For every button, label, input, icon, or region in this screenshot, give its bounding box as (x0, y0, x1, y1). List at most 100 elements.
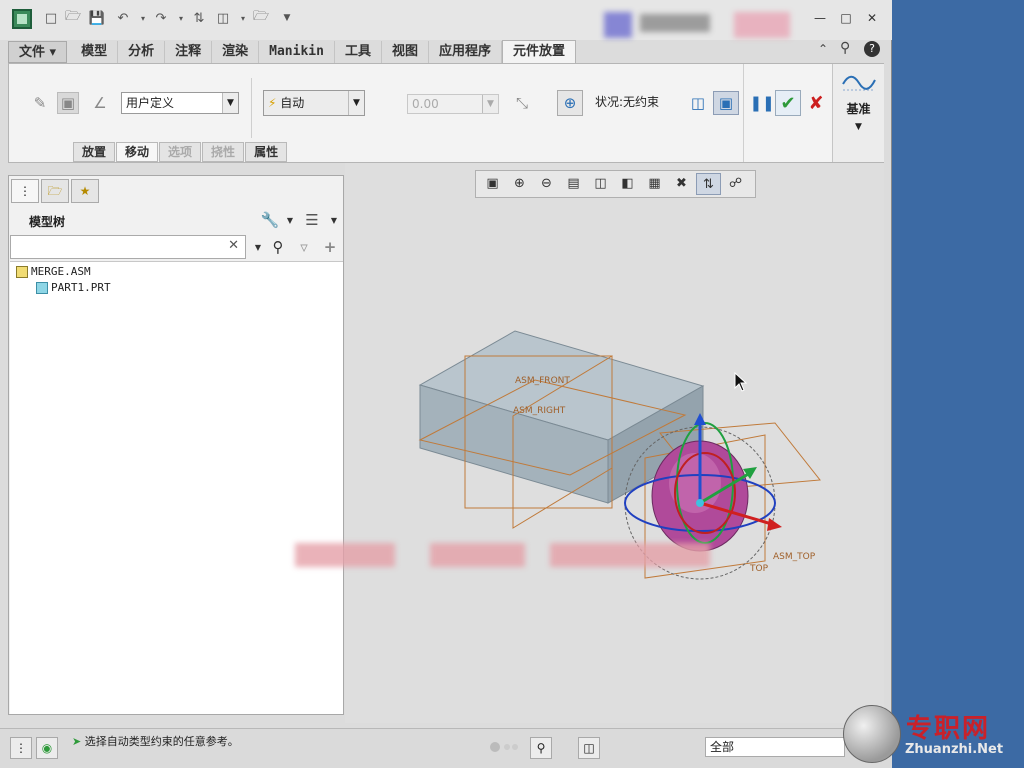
tab-analysis[interactable]: 分析 (118, 41, 166, 63)
blurred-title-icon (604, 12, 632, 38)
tab-annotate[interactable]: 注释 (165, 41, 213, 63)
search-dropdown-icon[interactable]: ▼ (247, 236, 269, 258)
watermark-cn: 专职网 (906, 714, 991, 744)
separate-window-icon[interactable]: ◫ (687, 92, 709, 114)
undo-icon[interactable]: ↶ (114, 9, 132, 27)
search-icon[interactable]: ⚲ (840, 40, 850, 56)
tab-tools[interactable]: 工具 (335, 41, 382, 63)
constraint-edit-icon[interactable]: ✎ (29, 92, 51, 114)
add-icon[interactable]: + (319, 236, 341, 258)
tab-view[interactable]: 视图 (382, 41, 429, 63)
tab-applications[interactable]: 应用程序 (429, 41, 502, 63)
lightning-icon: ⚡ (268, 96, 277, 110)
selection-box-icon[interactable]: ◫ (578, 737, 600, 759)
confirm-icon[interactable]: ✔ (775, 90, 801, 116)
show-navigator-icon[interactable]: ⋮ (10, 737, 32, 759)
dragger-origin[interactable] (696, 499, 704, 507)
regenerate-icon[interactable]: ⇅ (190, 9, 208, 27)
model-tree: MERGE.ASM PART1.PRT (10, 261, 343, 714)
label-asm-right: ASM_RIGHT (513, 406, 566, 416)
zoom-out-icon[interactable]: ⊖ (534, 173, 559, 195)
spin-center-icon[interactable]: ☍ (723, 173, 748, 195)
divider (251, 78, 252, 138)
assembly-window-icon[interactable]: ▣ (713, 91, 739, 115)
help-icon[interactable]: ? (864, 41, 880, 57)
repaint-icon[interactable]: ▤ (561, 173, 586, 195)
refit-icon[interactable]: ▣ (480, 173, 505, 195)
display-style-icon[interactable]: ◫ (588, 173, 613, 195)
datum-button[interactable]: 基准 ▼ (832, 64, 884, 162)
clear-search-icon[interactable]: ✕ (228, 238, 239, 253)
selection-filter-select[interactable]: 全部 (705, 737, 845, 757)
favorites-tab-icon[interactable]: ★ (71, 179, 99, 203)
blurred-overlay-text (430, 543, 525, 567)
graphics-area[interactable]: ASM_FRONT ASM_RIGHT ASM_TOP TOP (295, 163, 884, 723)
subtab-move[interactable]: 移动 (116, 142, 159, 162)
offset-input[interactable]: 0.00 ▼ (407, 94, 499, 114)
show-browser-icon[interactable]: ◉ (36, 737, 58, 759)
flip-icon[interactable]: ⤡ (511, 92, 533, 114)
axis-arrow-red (767, 518, 782, 531)
redo-dropdown-icon[interactable]: ▾ (172, 9, 190, 27)
tree-search-input[interactable]: ✕ (10, 235, 246, 259)
subtab-properties[interactable]: 属性 (245, 142, 288, 162)
save-icon[interactable]: 💾 (88, 9, 106, 27)
datum-dropdown-icon: ▼ (855, 122, 862, 132)
customize-icon[interactable]: ▼ (278, 9, 296, 27)
minimize-icon[interactable]: — (812, 10, 828, 26)
assembly-icon (16, 265, 28, 278)
folder-browser-tab-icon[interactable]: 🗁 (41, 179, 69, 203)
pause-icon[interactable]: ❚❚ (749, 92, 774, 114)
connection-icon[interactable]: ∠ (89, 92, 111, 114)
datum-display-icon[interactable]: ⇅ (696, 173, 721, 195)
collapse-ribbon-icon[interactable]: ⌃ (818, 42, 828, 56)
constraint-type-select[interactable]: ⚡ 自动 ▼ (263, 90, 365, 116)
tree-item-part[interactable]: PART1.PRT (36, 281, 111, 294)
undo-dropdown-icon[interactable]: ▾ (134, 9, 152, 27)
tab-component-placement[interactable]: 元件放置 (501, 40, 576, 64)
close-icon[interactable]: ✕ (864, 10, 880, 26)
saved-views-icon[interactable]: ◧ (615, 173, 640, 195)
blurred-title-text (640, 14, 710, 32)
tree-item-assembly[interactable]: MERGE.ASM (16, 265, 91, 278)
tab-manikin[interactable]: Manikin (259, 41, 335, 63)
tree-settings-dropdown-icon[interactable]: ▼ (279, 209, 301, 231)
find-icon[interactable]: ⚲ (267, 236, 289, 258)
label-top: TOP (749, 564, 769, 574)
mouse-cursor-icon (734, 372, 748, 392)
maximize-icon[interactable]: □ (838, 10, 854, 26)
tree-columns-icon[interactable]: ☰ (301, 209, 323, 231)
windows-icon[interactable]: ◫ (214, 9, 232, 27)
blurred-overlay-text (550, 543, 710, 567)
placement-preview-icon[interactable]: ⊕ (557, 90, 583, 116)
title-bar: □ 🗁 💾 ↶ ▾ ↷ ▾ ⇅ ◫ ▾ 🗁 ▼ — □ ✕ (0, 0, 892, 40)
label-asm-top: ASM_TOP (773, 552, 816, 562)
model-tree-tab-icon[interactable]: ⋮ (11, 179, 39, 203)
subtab-placement[interactable]: 放置 (73, 142, 116, 162)
tab-model[interactable]: 模型 (71, 41, 119, 63)
constraint-set-select[interactable]: 用户定义 ▼ (121, 92, 239, 114)
close-window-icon[interactable]: 🗁 (252, 9, 270, 27)
open-icon[interactable]: 🗁 (64, 9, 82, 27)
windows-dropdown-icon[interactable]: ▾ (234, 9, 252, 27)
redo-icon[interactable]: ↷ (152, 9, 170, 27)
ribbon-tabs: 文件 ▾ 模型 分析 注释 渲染 Manikin 工具 视图 应用程序 元件放置 (8, 40, 576, 64)
perspective-icon[interactable]: ✖ (669, 173, 694, 195)
filter-icon[interactable]: ▿ (293, 236, 315, 258)
zoom-in-icon[interactable]: ⊕ (507, 173, 532, 195)
placement-status: 状况:无约束 (595, 95, 660, 109)
status-bar: ⋮ ◉ ➤ 选择自动类型约束的任意参考。 ⚲ ◫ 全部 (0, 728, 892, 768)
find-icon[interactable]: ⚲ (530, 737, 552, 759)
tab-file[interactable]: 文件 ▾ (8, 41, 68, 63)
interface-icon[interactable]: ▣ (57, 92, 79, 114)
view-manager-icon[interactable]: ▦ (642, 173, 667, 195)
divider (743, 64, 744, 162)
tab-render[interactable]: 渲染 (212, 41, 260, 63)
tree-settings-icon[interactable]: 🔧 (259, 209, 281, 231)
placement-subtabs: 放置 移动 选项 挠性 属性 (73, 142, 288, 162)
subtab-flexibility: 挠性 (202, 142, 245, 162)
status-message: ➤ 选择自动类型约束的任意参考。 (72, 735, 239, 748)
tree-columns-dropdown-icon[interactable]: ▼ (323, 209, 345, 231)
new-icon[interactable]: □ (42, 9, 60, 27)
cancel-icon[interactable]: ✘ (805, 92, 827, 114)
